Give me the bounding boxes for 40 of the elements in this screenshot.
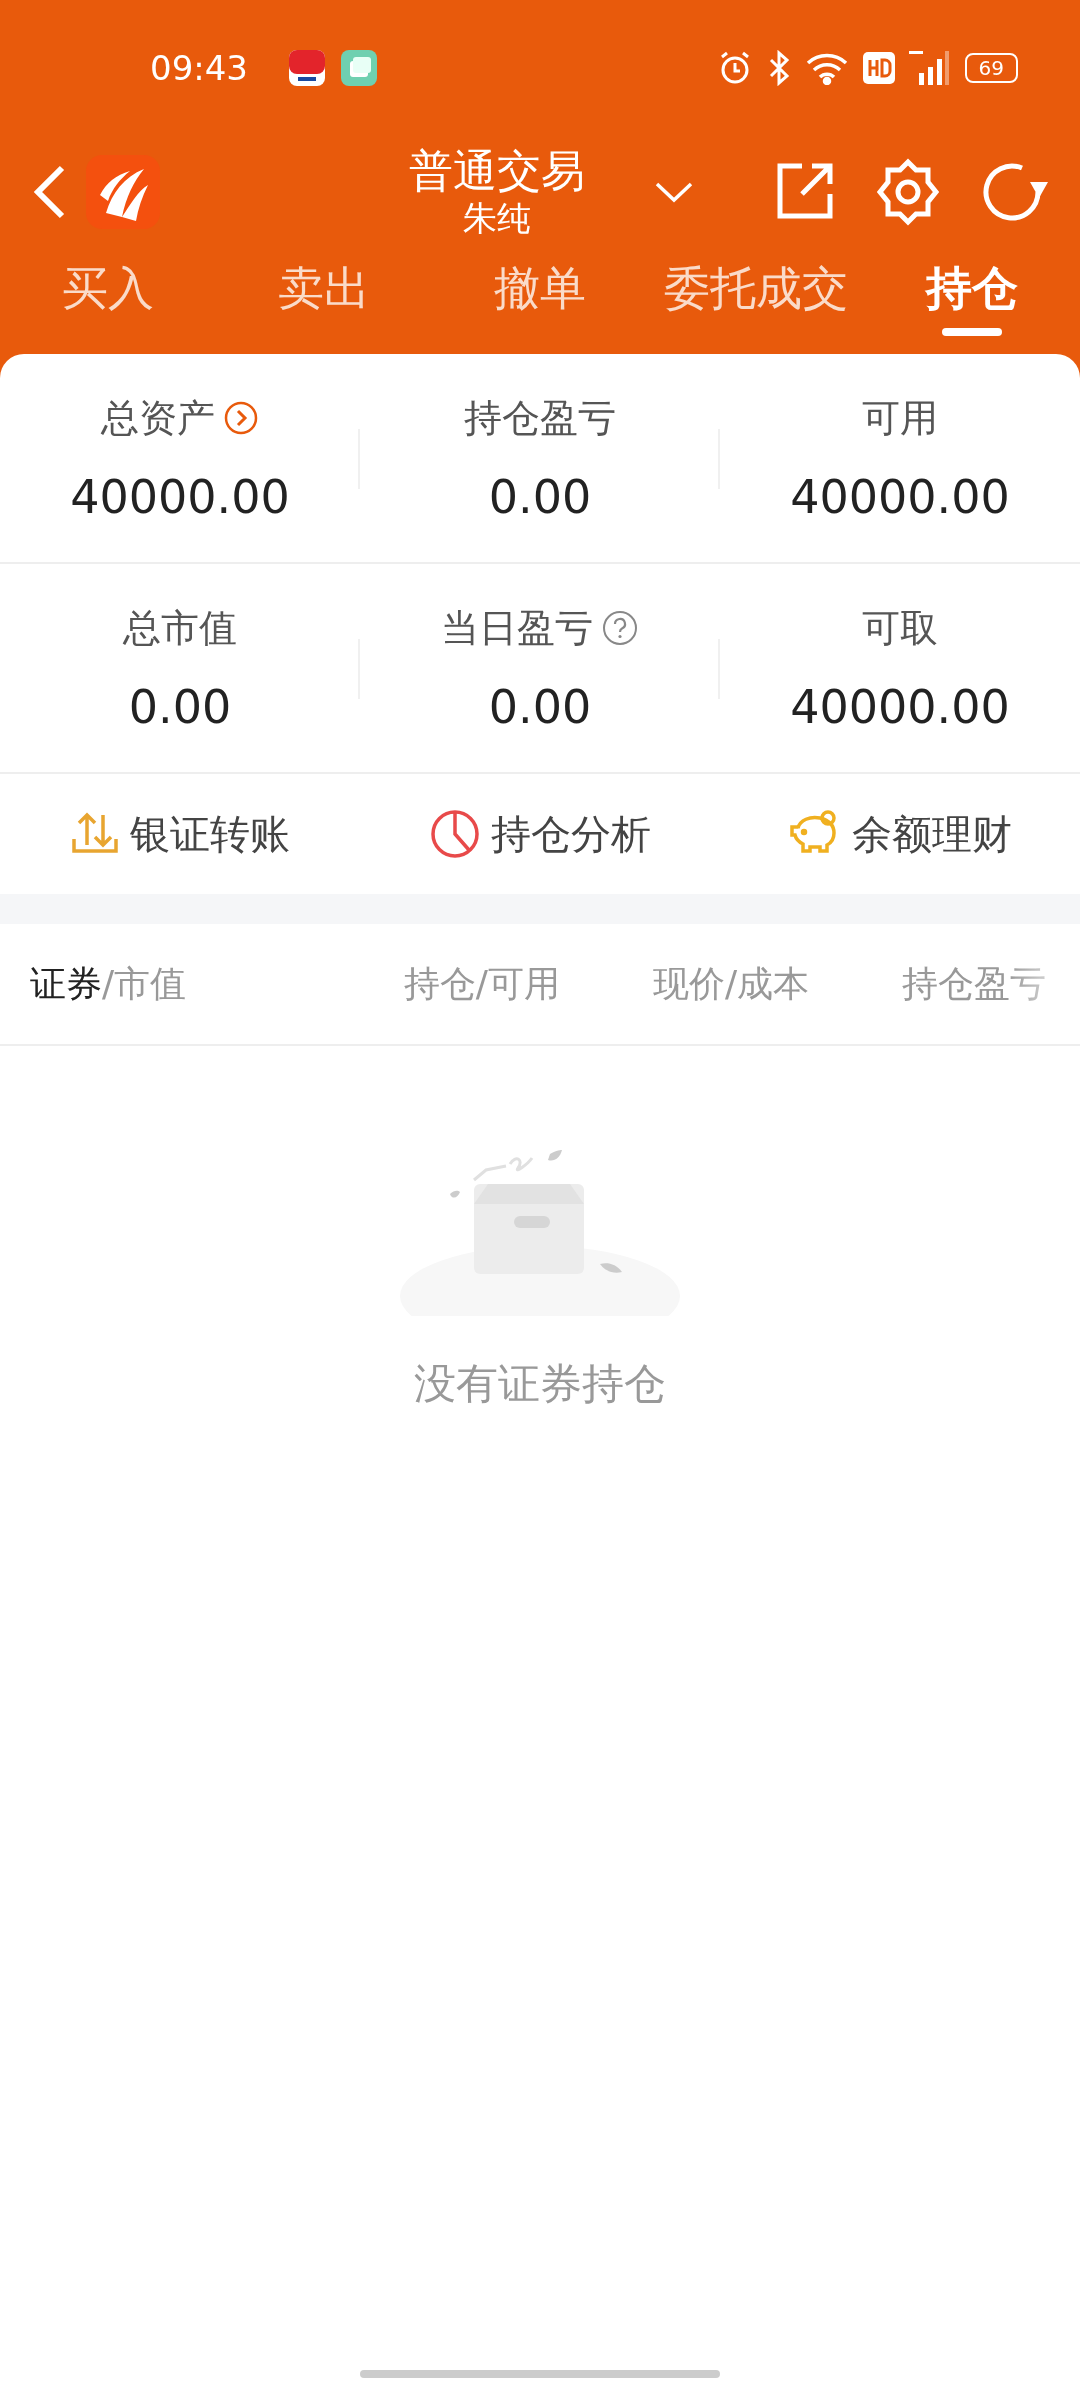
app-logo-icon xyxy=(86,155,160,229)
summary-label: 持仓盈亏 xyxy=(464,394,616,442)
tab[interactable]: 卖出 xyxy=(216,248,432,354)
action-button[interactable]: 余额理财 xyxy=(720,806,1080,862)
app-notification-icon xyxy=(340,49,378,87)
chevron-circle-icon xyxy=(223,400,259,436)
help-icon xyxy=(601,609,639,647)
summary-value: 40000.00 xyxy=(790,469,1010,524)
tab[interactable]: 委托成交 xyxy=(648,248,864,354)
column-header[interactable]: 持仓/可用 xyxy=(403,959,653,1009)
summary-value: 40000.00 xyxy=(70,469,290,524)
summary-label: 总资产 xyxy=(101,394,215,442)
action-button[interactable]: 持仓分析 xyxy=(360,806,720,862)
summary-label: 当日盈亏 xyxy=(441,604,593,652)
summary-value: 0.00 xyxy=(128,679,232,734)
action-button[interactable]: 银证转账 xyxy=(0,806,360,862)
column-header[interactable]: 现价/成本 xyxy=(652,959,903,1009)
status-time: 09:43 xyxy=(150,48,248,88)
chevron-down-icon[interactable] xyxy=(654,180,694,204)
app-notification-icon xyxy=(288,49,326,87)
summary-label: 总市值 xyxy=(123,604,237,652)
empty-message: 没有证券持仓 xyxy=(414,1358,666,1410)
tab[interactable]: 持仓 xyxy=(864,248,1080,354)
summary-label: 可用 xyxy=(862,394,938,442)
wifi-icon xyxy=(804,51,849,85)
hd-icon xyxy=(862,52,895,84)
account-name: 朱纯 xyxy=(463,197,531,239)
page-title: 普通交易 xyxy=(409,145,585,197)
summary-value: 40000.00 xyxy=(790,679,1010,734)
summary-value: 0.00 xyxy=(488,469,592,524)
battery-indicator: 69 xyxy=(964,53,1018,83)
tab[interactable]: 撤单 xyxy=(432,248,648,354)
summary-label: 可取 xyxy=(862,604,938,652)
column-header[interactable]: 证券/市值 xyxy=(30,959,404,1009)
settings-icon[interactable] xyxy=(874,158,942,226)
tab[interactable]: 买入 xyxy=(0,248,216,354)
pie-chart-icon xyxy=(429,808,481,860)
cellular-signal-icon xyxy=(908,49,951,87)
summary-value: 0.00 xyxy=(488,679,592,734)
column-header[interactable]: 持仓盈亏 xyxy=(902,959,1080,1009)
